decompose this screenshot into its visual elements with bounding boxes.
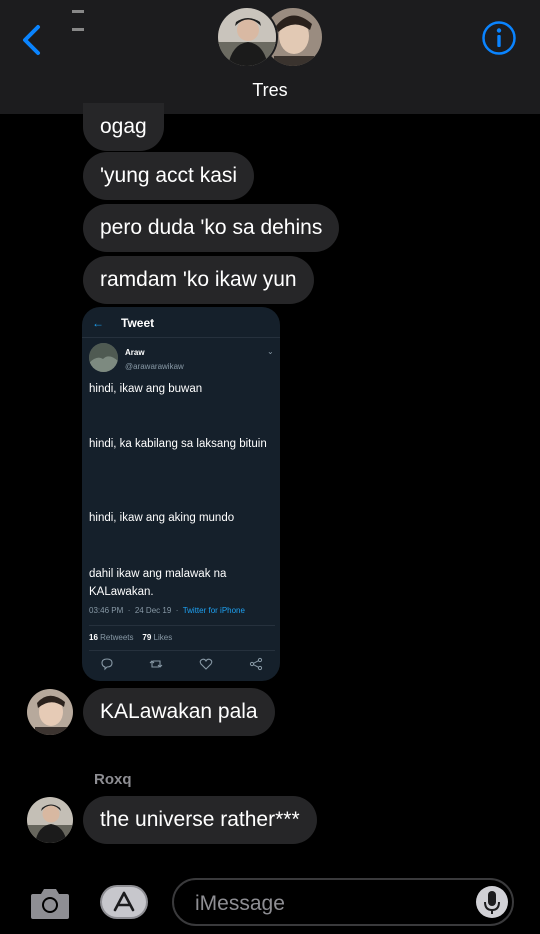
message-text: pero duda 'ko sa dehins — [100, 216, 323, 239]
message-text: ogag — [100, 115, 147, 138]
chevron-down-icon: ⌄ — [267, 347, 274, 356]
tweet-author-avatar — [89, 343, 118, 372]
message-bubble[interactable]: ogag — [83, 103, 164, 151]
tweet-date: 24 Dec 19 — [134, 606, 172, 615]
sender-avatar[interactable] — [27, 797, 73, 843]
sender-avatar[interactable] — [27, 689, 73, 735]
camera-button[interactable] — [29, 884, 71, 922]
info-icon — [482, 21, 516, 55]
back-button[interactable] — [18, 20, 48, 60]
tweet-line: hindi, ka kabilang sa laksang bituin — [89, 438, 267, 450]
group-avatars[interactable] — [214, 4, 326, 68]
tweet-screenshot-attachment[interactable]: ← Tweet Araw @arawarawikaw ⌄ hindi, ikaw… — [82, 307, 280, 681]
like-icon — [199, 658, 213, 670]
contact-avatar-1 — [216, 6, 278, 68]
status-bar-fragment — [72, 0, 112, 31]
message-bubble[interactable]: KALawakan pala — [83, 688, 275, 736]
tweet-meta: 03:46 PM · 24 Dec 19 · Twitter for iPhon… — [89, 606, 245, 615]
divider — [89, 625, 275, 626]
message-bubble[interactable]: 'yung acct kasi — [83, 152, 255, 200]
conversation-header: Tres — [0, 0, 540, 114]
tweet-header-title: Tweet — [121, 316, 155, 330]
message-text: KALawakan pala — [100, 700, 258, 723]
arrow-left-icon: ← — [92, 316, 104, 330]
tweet-time: 03:46 PM — [89, 606, 124, 615]
apps-button[interactable] — [100, 885, 148, 919]
retweet-icon — [149, 660, 163, 668]
tweet-source: Twitter for iPhone — [182, 606, 245, 615]
chevron-left-icon — [23, 25, 40, 55]
tweet-actions — [82, 657, 280, 673]
reply-icon — [101, 658, 113, 671]
message-text: 'yung acct kasi — [100, 164, 238, 187]
tweet-author-handle: @arawarawikaw — [125, 362, 184, 371]
sender-name: Roxq — [94, 771, 132, 788]
retweets-label: Retweets — [100, 633, 134, 642]
message-text: ramdam 'ko ikaw yun — [100, 268, 297, 291]
info-button[interactable] — [481, 20, 517, 56]
message-input-placeholder: iMessage — [195, 892, 285, 915]
app-store-icon — [102, 887, 146, 917]
message-text: the universe rather*** — [100, 808, 300, 831]
camera-icon — [31, 889, 69, 919]
likes-count: 79 — [142, 633, 152, 642]
message-bubble[interactable]: pero duda 'ko sa dehins — [83, 204, 340, 252]
likes-label: Likes — [153, 633, 173, 642]
divider — [89, 650, 275, 651]
message-bubble[interactable]: ramdam 'ko ikaw yun — [83, 256, 314, 304]
microphone-icon — [484, 891, 500, 914]
share-icon — [249, 657, 263, 671]
tweet-line: dahil ikaw ang malawak na KALawakan. — [89, 568, 227, 598]
tweet-line: hindi, ikaw ang aking mundo — [89, 512, 235, 524]
tweet-topbar: ← Tweet — [82, 307, 280, 338]
retweets-count: 16 — [89, 633, 98, 642]
microphone-button[interactable] — [476, 886, 508, 918]
tweet-line: hindi, ikaw ang buwan — [89, 383, 203, 395]
conversation-title[interactable]: Tres — [0, 80, 540, 101]
tweet-author-name: Araw — [125, 348, 145, 357]
message-input[interactable]: iMessage — [172, 878, 514, 926]
message-bubble[interactable]: the universe rather*** — [83, 796, 317, 844]
tweet-stats: 16 Retweets 79 Likes — [89, 633, 172, 642]
